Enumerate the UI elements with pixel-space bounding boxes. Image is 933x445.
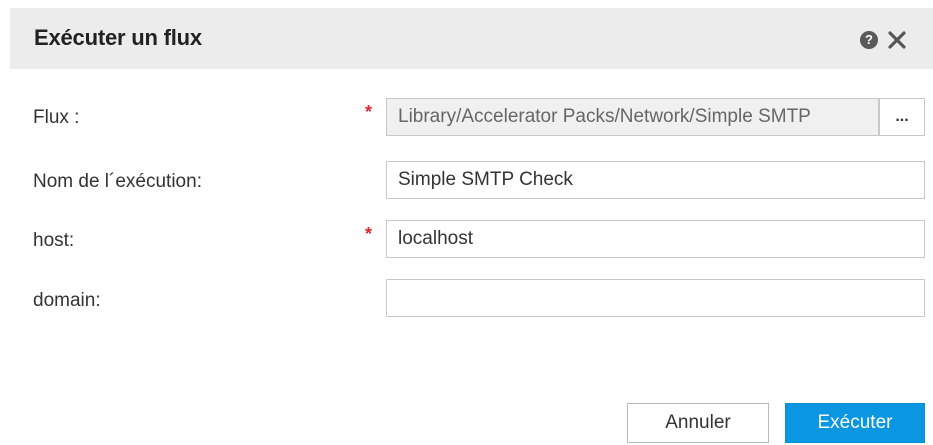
flow-required-mark: * xyxy=(365,102,373,122)
dialog-header: Exécuter un flux ? xyxy=(10,8,933,69)
host-required-mark: * xyxy=(365,224,373,244)
host-input[interactable] xyxy=(386,220,925,258)
browse-flow-button[interactable]: ... xyxy=(879,98,925,136)
run-name-label: Nom de l´exécution: xyxy=(33,171,202,192)
run-name-input[interactable] xyxy=(386,161,925,199)
run-button[interactable]: Exécuter xyxy=(785,403,925,443)
dialog-title: Exécuter un flux xyxy=(34,25,202,50)
domain-input[interactable] xyxy=(386,279,925,317)
cancel-button[interactable]: Annuler xyxy=(627,403,769,443)
close-icon[interactable] xyxy=(886,29,908,51)
flow-path-field[interactable]: Library/Accelerator Packs/Network/Simple… xyxy=(386,98,879,136)
domain-label: domain: xyxy=(33,290,101,311)
host-label: host: xyxy=(33,230,75,251)
flow-label: Flux : xyxy=(33,107,80,128)
question-circle-icon[interactable]: ? xyxy=(860,31,878,49)
run-flow-dialog: Exécuter un flux ? Flux : * Library/Acce… xyxy=(0,0,933,445)
